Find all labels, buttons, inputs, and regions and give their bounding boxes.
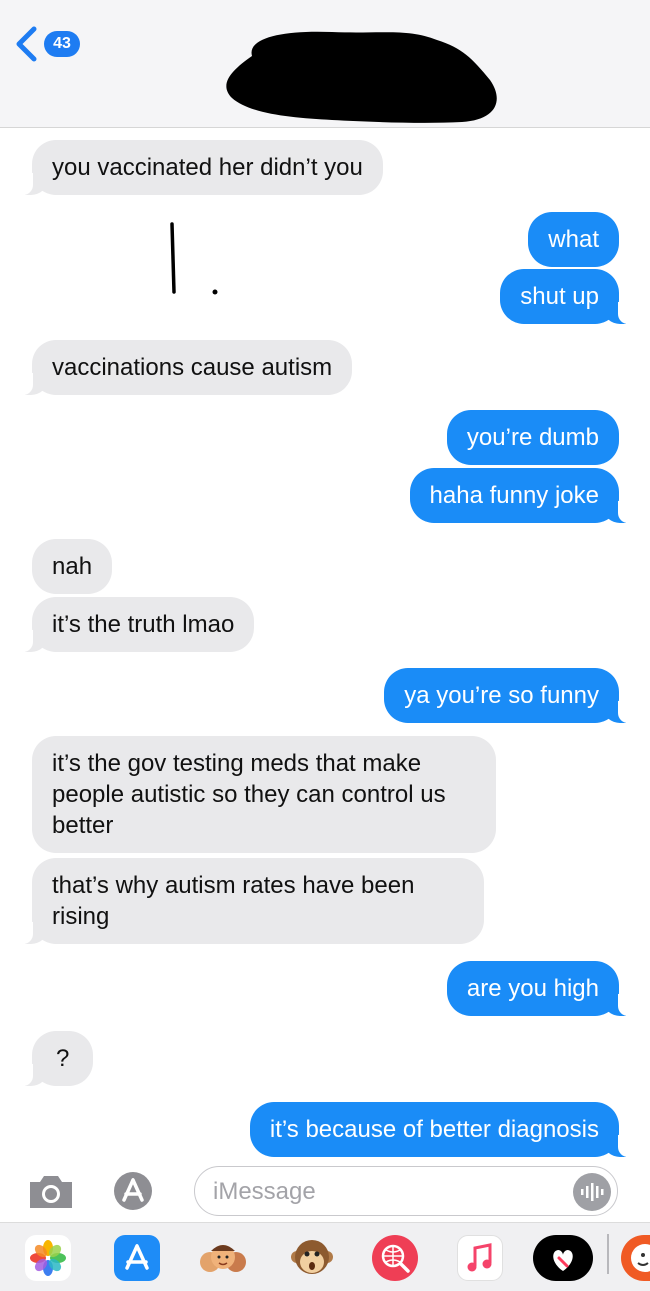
redacted-contact-name	[226, 31, 497, 123]
globe-search-icon	[381, 1244, 410, 1273]
photos-icon	[30, 1240, 66, 1276]
message-bubble-incoming[interactable]: that’s why autism rates have been rising	[21, 858, 484, 944]
animoji-app-button[interactable]	[289, 1235, 335, 1281]
monkey-icon	[291, 1240, 333, 1274]
app-store-icon	[114, 1172, 152, 1210]
message-bubble-outgoing[interactable]: shut up	[500, 269, 630, 324]
memoji-app-button[interactable]	[196, 1235, 246, 1281]
message-bubble-incoming[interactable]: it’s the gov testing meds that make peop…	[32, 736, 496, 853]
camera-icon	[30, 1176, 72, 1208]
message-bubble-outgoing[interactable]: are you high	[446, 961, 631, 1016]
waveform-icon	[581, 1183, 604, 1201]
handwritten-annotation	[170, 222, 218, 295]
audio-message-button[interactable]	[573, 1173, 611, 1211]
memoji-icon	[200, 1245, 246, 1272]
music-app-button[interactable]	[457, 1235, 503, 1281]
app-store-app-button[interactable]	[114, 1235, 160, 1281]
camera-button[interactable]	[26, 1170, 76, 1217]
sticker-face-icon	[631, 1244, 650, 1272]
message-input-container	[194, 1166, 618, 1216]
sticker-app-button[interactable]	[621, 1235, 650, 1281]
back-button[interactable]: 43	[12, 22, 80, 66]
app-drawer	[0, 1222, 650, 1291]
heart-icon	[553, 1250, 573, 1271]
message-bubble-outgoing[interactable]: it’s because of better diagnosis	[249, 1102, 631, 1157]
message-bubble-incoming[interactable]: nah	[32, 539, 113, 594]
message-bubble-incoming[interactable]: you vaccinated her didn’t you	[21, 140, 383, 195]
message-bubble-outgoing[interactable]: you’re dumb	[446, 410, 619, 465]
photos-app-button[interactable]	[25, 1235, 71, 1281]
unread-count-badge: 43	[44, 31, 80, 57]
search-images-app-button[interactable]	[372, 1235, 418, 1281]
message-bubble-outgoing[interactable]: what	[528, 212, 619, 267]
app-store-icon	[125, 1244, 149, 1270]
app-store-button[interactable]	[110, 1168, 156, 1219]
message-bubble-incoming[interactable]: vaccinations cause autism	[20, 340, 353, 395]
conversation-header: 43	[0, 0, 650, 128]
message-bubble-incoming[interactable]: it’s the truth lmao	[20, 597, 255, 652]
chevron-left-icon	[16, 26, 37, 62]
message-bubble-outgoing[interactable]: ya you’re so funny	[384, 668, 630, 723]
digital-touch-app-button[interactable]	[533, 1235, 593, 1281]
drawer-divider	[607, 1234, 609, 1274]
music-note-icon	[467, 1243, 492, 1272]
message-input[interactable]	[213, 1177, 553, 1207]
message-bubble-incoming[interactable]: ?	[20, 1031, 94, 1086]
message-bubble-outgoing[interactable]: haha funny joke	[409, 468, 631, 523]
